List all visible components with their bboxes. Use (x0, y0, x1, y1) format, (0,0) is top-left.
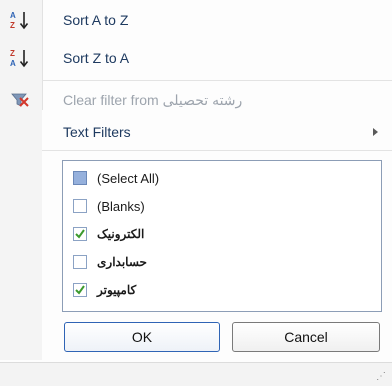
clear-filter-icon (8, 88, 32, 112)
text-filters-label: Text Filters (63, 124, 131, 140)
list-item-blanks[interactable]: (Blanks) (73, 195, 145, 217)
ok-button[interactable]: OK (64, 322, 220, 352)
text-filters-item[interactable]: Text Filters (0, 118, 392, 146)
menu-icon-gutter-lower (0, 110, 42, 360)
computer-checkbox[interactable] (73, 283, 87, 297)
resize-grip-icon[interactable]: ⋰ (376, 371, 386, 382)
svg-text:A: A (10, 59, 16, 68)
cancel-button[interactable]: Cancel (232, 322, 380, 352)
list-item-label: کامپیوتر (97, 283, 137, 297)
clear-filter-label: Clear filter from رشته تحصیلی (63, 91, 243, 108)
svg-text:Z: Z (10, 21, 15, 30)
list-item-computer[interactable]: کامپیوتر (73, 279, 136, 301)
resize-bar[interactable]: ⋰ (0, 362, 392, 386)
menu-separator (42, 80, 392, 81)
list-item-electronics[interactable]: الکترونیک (73, 223, 144, 245)
sort-a-to-z-item[interactable]: A Z Sort A to Z (0, 6, 392, 34)
list-item-label: (Select All) (97, 170, 160, 186)
list-item-label: حسابداری (97, 255, 147, 269)
electronics-checkbox[interactable] (73, 227, 87, 241)
list-item-label: الکترونیک (97, 227, 145, 241)
check-icon (75, 285, 85, 295)
select-all-checkbox[interactable] (73, 171, 87, 185)
blanks-checkbox[interactable] (73, 199, 87, 213)
clear-filter-item[interactable]: Clear filter from رشته تحصیلی (0, 86, 392, 114)
accounting-checkbox[interactable] (73, 255, 87, 269)
sort-descending-icon: Z A (8, 46, 32, 70)
sort-a-to-z-label: Sort A to Z (63, 12, 129, 28)
list-item-select-all[interactable]: (Select All) (73, 167, 159, 189)
menu-separator (42, 150, 392, 151)
sort-ascending-icon: A Z (8, 8, 32, 32)
sort-z-to-a-label: Sort Z to A (63, 50, 130, 66)
svg-text:Z: Z (10, 49, 15, 58)
autofilter-dropdown: A Z Sort A to Z Z A Sort Z to A Clear fi… (0, 0, 392, 386)
svg-text:A: A (10, 11, 16, 20)
check-icon (75, 229, 85, 239)
list-item-label: (Blanks) (97, 198, 145, 214)
filter-values-list[interactable]: (Select All) (Blanks) الکترونیک حسابداری… (62, 160, 382, 312)
sort-z-to-a-item[interactable]: Z A Sort Z to A (0, 44, 392, 72)
submenu-arrow-icon (373, 128, 378, 136)
list-item-accounting[interactable]: حسابداری (73, 251, 147, 273)
